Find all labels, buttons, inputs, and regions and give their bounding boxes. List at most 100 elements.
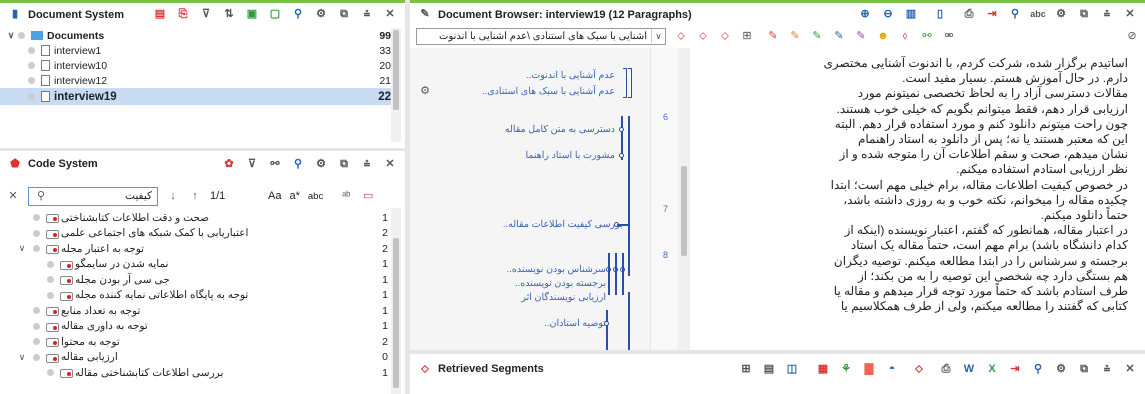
export-icon[interactable]: ⇥: [985, 8, 999, 22]
document-row-selected[interactable]: interview19 22: [0, 88, 395, 105]
table-view-icon[interactable]: ⊞: [739, 362, 753, 376]
code-row[interactable]: بررسی اطلاعات کتابشناختی مقاله 1: [0, 365, 392, 381]
coding-stripe-line[interactable]: [628, 116, 630, 276]
zoom-in-icon[interactable]: ⊕: [858, 8, 872, 22]
coding-stripe-label[interactable]: ارزیابی نویسندگان اثر: [521, 292, 606, 303]
coding-stripe-label[interactable]: مشورت با استاد راهنما: [525, 150, 615, 161]
code-row[interactable]: توجه به داوری مقاله 1: [0, 319, 392, 335]
coding-stripe-line[interactable]: [608, 253, 610, 295]
chart-icon[interactable]: ▇: [862, 362, 876, 376]
next-result-icon[interactable]: ↓: [166, 189, 180, 203]
print-icon[interactable]: ⎙: [939, 362, 953, 376]
coding-stripe-line[interactable]: [628, 292, 630, 350]
deactivate-icon[interactable]: ▢: [268, 8, 282, 22]
word-export-icon[interactable]: W: [962, 362, 976, 376]
highlight-orange-icon[interactable]: ✎: [788, 29, 802, 43]
highlight-purple-icon[interactable]: ✎: [854, 29, 868, 43]
coding-stripe-label[interactable]: عدم آشنایی با اندنوت..: [526, 70, 615, 81]
settings-gear-icon[interactable]: ⚙: [1054, 362, 1068, 376]
scrollbar-thumb[interactable]: [393, 238, 399, 388]
collapse-icon[interactable]: ⩮: [1100, 8, 1114, 22]
close-icon[interactable]: ✕: [1123, 8, 1137, 22]
search-icon[interactable]: ⚲: [1031, 362, 1045, 376]
coding-stripe-line[interactable]: [615, 253, 617, 295]
code-row[interactable]: نمایه شدن در سایمگو 1: [0, 257, 392, 273]
document-row[interactable]: interview1 33: [0, 43, 395, 58]
coding-stripe-label[interactable]: عدم آشنایی با سبک های استنادی..: [482, 86, 615, 97]
document-row[interactable]: interview10 20: [0, 58, 395, 73]
excel-export-icon[interactable]: X: [985, 362, 999, 376]
coding-stripe-label[interactable]: سرشناس بودن نویسنده..: [507, 264, 606, 275]
document-system-scrollbar[interactable]: [391, 28, 401, 142]
edit-mode-icon[interactable]: ▥: [904, 8, 918, 22]
margin-settings-icon[interactable]: ⚙: [418, 84, 432, 98]
export-icon[interactable]: ⇥: [1008, 362, 1022, 376]
undock-icon[interactable]: ⧉: [1077, 362, 1091, 376]
highlight-icon[interactable]: ▭: [361, 189, 375, 203]
undo-code-icon[interactable]: ⬨: [898, 29, 912, 43]
spellcheck-icon[interactable]: abc: [1030, 8, 1046, 22]
code-new-icon[interactable]: ⬦: [696, 29, 710, 43]
whole-word-toggle[interactable]: abc: [308, 191, 323, 202]
coding-stripe-line[interactable]: [622, 253, 624, 295]
code-row[interactable]: صحت و دقت اطلاعات کتابشناختی 1: [0, 210, 392, 226]
overview-icon[interactable]: ◓: [885, 362, 899, 376]
replace-icon[interactable]: ᵃᵇ: [339, 189, 353, 203]
collapse-icon[interactable]: ⩮: [1100, 362, 1114, 376]
undock-icon[interactable]: ⧉: [337, 157, 351, 171]
filter-icon[interactable]: ⊽: [245, 157, 259, 171]
highlight-green-icon[interactable]: ✎: [810, 29, 824, 43]
coding-stripe-label[interactable]: بررسی کیفیت اطلاعات مقاله..: [503, 219, 623, 230]
previous-result-icon[interactable]: ↑: [188, 189, 202, 203]
code-system-scrollbar[interactable]: [391, 208, 401, 394]
coding-stripe-label[interactable]: دسترسی به متن کامل مقاله: [505, 124, 615, 135]
code-row[interactable]: جی سی آر بودن مجله 1: [0, 272, 392, 288]
code-row[interactable]: توجه به پایگاه اطلاعاتی نمایه کننده مجله…: [0, 288, 392, 304]
match-case-toggle[interactable]: Aa: [268, 190, 281, 202]
list-view-icon[interactable]: ▤: [762, 362, 776, 376]
code-icon[interactable]: ⬦: [674, 29, 688, 43]
code-icon[interactable]: ⬦: [912, 362, 926, 376]
collapse-icon[interactable]: ⩮: [360, 8, 374, 22]
undock-icon[interactable]: ⧉: [337, 8, 351, 22]
code-row[interactable]: توجه به تعداد منابع 1: [0, 303, 392, 319]
code-row[interactable]: ∨ توجه به اعتبار مجله 2: [0, 241, 392, 257]
coding-stripe[interactable]: [623, 68, 627, 98]
chevron-down-icon[interactable]: ∨: [4, 29, 18, 43]
coding-stripe-dot[interactable]: [619, 153, 624, 158]
document-text-scrollbar[interactable]: [678, 48, 690, 350]
coding-stripe-label[interactable]: توصیه استادان..: [544, 318, 606, 329]
edit-circle-icon[interactable]: ⊘: [1125, 29, 1139, 43]
code-select-dropdown[interactable]: آشنایی با سبک های استنادی \عدم آشنایی با…: [416, 27, 666, 45]
settings-gear-icon[interactable]: ⚙: [314, 157, 328, 171]
scrollbar-thumb[interactable]: [681, 166, 687, 256]
document-text-area[interactable]: اساتیدم برگزار شده، شرکت کردم، با اندنوت…: [678, 48, 1138, 350]
code-row[interactable]: ∨ ارزیابی مقاله 0: [0, 350, 392, 366]
settings-gear-icon[interactable]: ⚙: [314, 8, 328, 22]
regex-toggle[interactable]: a*: [289, 190, 299, 202]
activate-codes-icon[interactable]: ⚯: [268, 157, 282, 171]
document-row[interactable]: interview12 21: [0, 73, 395, 88]
search-icon[interactable]: ⚲: [291, 157, 305, 171]
coding-stripe-dot[interactable]: [619, 127, 624, 132]
coding-stripe-dot[interactable]: [604, 321, 609, 326]
search-icon[interactable]: ⚲: [1008, 8, 1022, 22]
chevron-down-icon[interactable]: ∨: [15, 242, 29, 256]
collapse-icon[interactable]: ⩮: [360, 157, 374, 171]
code-row[interactable]: اعتباریابی با کمک شبکه های اجتماعی علمی …: [0, 226, 392, 242]
search-icon[interactable]: ⚲: [291, 8, 305, 22]
highlight-blue-icon[interactable]: ✎: [832, 29, 846, 43]
scrollbar-thumb[interactable]: [393, 30, 399, 110]
settings-gear-icon[interactable]: ⚙: [1054, 8, 1068, 22]
code-tool-icon[interactable]: ⚘: [839, 362, 853, 376]
close-search-icon[interactable]: ✕: [6, 189, 20, 203]
code-invivo-icon[interactable]: ⬦: [718, 29, 732, 43]
panel-toggle-icon[interactable]: ▯: [933, 8, 947, 22]
code-row[interactable]: توجه به محتوا 2: [0, 334, 392, 350]
highlight-red-icon[interactable]: ✎: [766, 29, 780, 43]
comment-icon[interactable]: ◫: [785, 362, 799, 376]
close-icon[interactable]: ✕: [1123, 362, 1137, 376]
new-code-icon[interactable]: ✿: [222, 157, 236, 171]
coding-stripe-line[interactable]: [606, 310, 608, 350]
coding-stripe-label[interactable]: برجسته بودن نویسنده..: [515, 278, 606, 289]
